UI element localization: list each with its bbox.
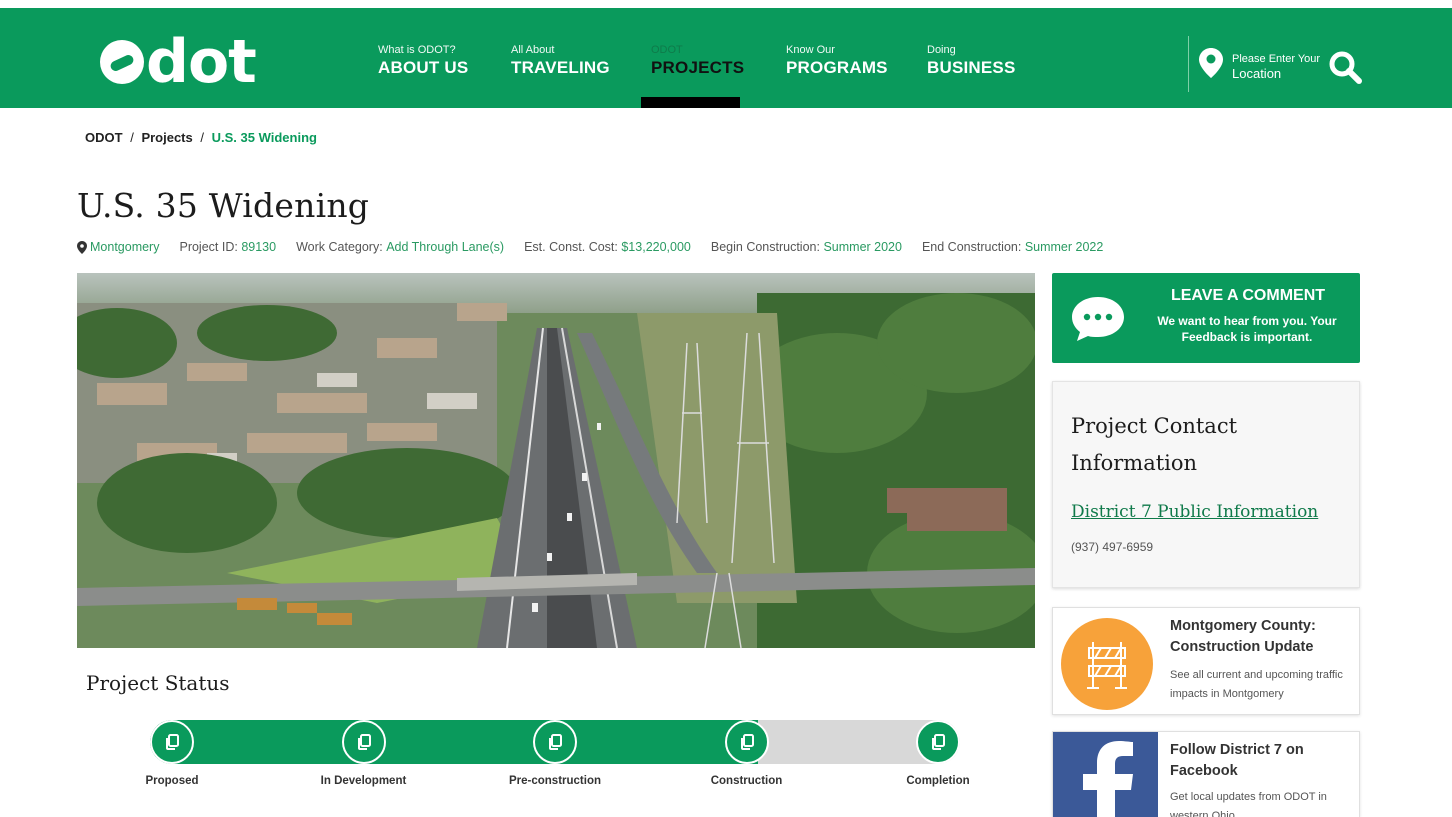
nav-programs-kicker: Know Our [786,44,835,56]
work-category-label: Work Category: [296,240,383,254]
facebook-card-title: Follow District 7 on Facebook [1170,742,1304,779]
nav-active-indicator [641,97,740,108]
facebook-icon [1053,732,1158,817]
nav-traveling[interactable]: All About TRAVELING [511,44,610,79]
project-meta: Montgomery Project ID: 89130 Work Catego… [77,240,1103,254]
stage-proposed-icon [150,720,194,764]
nav-about-us[interactable]: What is ODOT? ABOUT US [378,44,468,79]
breadcrumb-current: U.S. 35 Widening [211,130,317,145]
facebook-card[interactable]: Follow District 7 on Facebook Get local … [1052,731,1360,817]
stage-construction-icon [724,720,769,764]
header-divider [1188,36,1189,92]
breadcrumb-odot[interactable]: ODOT [85,130,123,145]
project-aerial-photo [77,273,1035,648]
end-construction-value: Summer 2022 [1024,240,1104,254]
stage-label: Completion [906,775,970,787]
project-county[interactable]: Montgomery [90,240,159,254]
road-barrier-icon [1061,618,1153,710]
search-icon[interactable] [1328,50,1362,84]
map-pin-icon[interactable] [1199,48,1223,78]
nav-business-kicker: Doing [927,44,956,56]
nav-programs[interactable]: Know Our PROGRAMS [786,44,888,79]
contact-title: Project Contact Information [1071,414,1238,475]
work-category-value: Add Through Lane(s) [386,240,505,254]
leave-comment-subtitle: We want to hear from you. Your Feedback … [1157,314,1337,344]
construction-update-title: Montgomery County: Construction Update [1170,618,1316,655]
nav-projects-kicker: ODOT [651,44,683,56]
nav-projects-label: PROJECTS [651,58,745,77]
stage-label: Construction [710,775,783,787]
nav-about-us-label: ABOUT US [378,58,469,77]
location-prompt[interactable]: Please Enter Your Location [1232,53,1320,82]
nav-business-label: BUSINESS [927,58,1016,77]
project-status-title: Project Status [86,671,230,695]
district-7-link[interactable]: District 7 Public Information [1071,502,1318,522]
contact-phone: (937) 497-6959 [1071,540,1154,554]
construction-update-card[interactable]: Montgomery County: Construction Update S… [1052,607,1360,715]
nav-projects[interactable]: ODOT PROJECTS [651,44,744,79]
leave-comment-button[interactable]: LEAVE A COMMENT We want to hear from you… [1052,273,1360,363]
odot-logo[interactable]: dot [100,32,257,92]
leave-comment-title: LEAVE A COMMENT [1170,287,1326,304]
breadcrumb: ODOT / Projects / U.S. 35 Widening [85,130,317,145]
begin-construction-label: Begin Construction: [710,240,820,254]
project-id-label: Project ID: [179,240,238,254]
project-contact-card: Project Contact Information District 7 P… [1052,381,1360,588]
nav-traveling-label: TRAVELING [511,58,610,77]
location-prompt-big: Location [1232,66,1282,81]
nav-programs-label: PROGRAMS [786,58,888,77]
stage-label: In Development [320,775,407,787]
begin-construction-value: Summer 2020 [823,240,902,254]
end-construction-label: End Construction: [921,240,1022,254]
page-title: U.S. 35 Widening [77,186,370,225]
map-pin-icon [77,240,87,254]
stage-in-development-icon [341,720,386,764]
status-track-progress [150,720,758,764]
breadcrumb-separator: / [130,130,134,145]
facebook-card-desc: Get local updates from ODOT in western O… [1170,791,1327,817]
breadcrumb-projects[interactable]: Projects [141,130,192,145]
location-prompt-small: Please Enter Your [1232,53,1321,65]
est-cost-label: Est. Const. Cost: [524,240,618,254]
nav-traveling-kicker: All About [511,44,555,56]
logo-mark-icon [100,40,144,84]
nav-business[interactable]: Doing BUSINESS [927,44,1016,79]
est-cost-value: $13,220,000 [621,240,691,254]
stage-label: Pre-construction [508,775,601,787]
project-id-value: 89130 [241,240,277,254]
site-header: dot What is ODOT? ABOUT US All About TRA… [0,8,1452,108]
stage-pre-construction-icon [533,720,577,764]
breadcrumb-separator: / [200,130,204,145]
construction-update-desc: See all current and upcoming traffic imp… [1170,669,1343,700]
chat-bubble-icon [1072,297,1124,341]
nav-about-us-kicker: What is ODOT? [378,44,456,56]
stage-completion-icon [916,720,960,764]
stage-label: Proposed [145,775,199,787]
